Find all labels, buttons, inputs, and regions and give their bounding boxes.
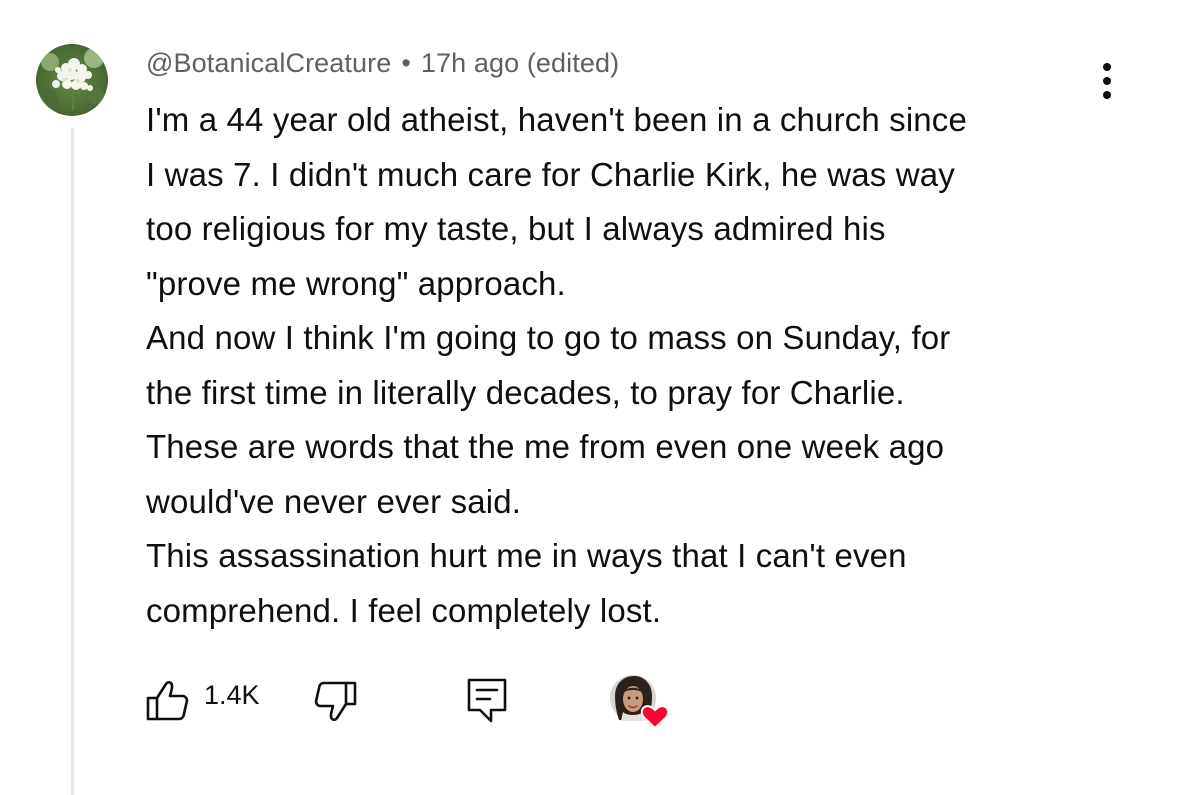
edited-label: (edited)	[526, 48, 620, 78]
comment-line: These are words that the me from even on…	[146, 428, 945, 465]
comment-line: This assassination hurt me in ways that …	[146, 537, 907, 574]
author-avatar[interactable]	[36, 44, 108, 116]
meta-separator: •	[401, 48, 411, 78]
thumbs-up-icon	[146, 681, 189, 721]
comment-line: would've never ever said.	[146, 482, 522, 520]
comment-header: @BotanicalCreature • 17h ago (edited)	[146, 48, 619, 79]
like-count: 1.4K	[204, 680, 260, 710]
comment-line: too religious for my taste, but I always…	[146, 210, 886, 247]
author-handle[interactable]: @BotanicalCreature	[146, 48, 391, 78]
comment-line: "prove me wrong" approach.	[146, 264, 566, 302]
thumbs-down-icon	[314, 681, 357, 721]
comment-line: And now I think I'm going to go to mass …	[146, 319, 951, 356]
comment-line: comprehend. I feel completely lost.	[146, 591, 662, 629]
dislike-button[interactable]	[313, 680, 359, 724]
like-button[interactable]	[144, 678, 190, 722]
comment-timestamp[interactable]: 17h ago	[421, 48, 519, 78]
heart-icon	[640, 705, 670, 730]
comment-text: I'm a 44 year old atheist, haven't been …	[146, 93, 1136, 638]
reply-icon	[467, 678, 507, 723]
comment-card: @BotanicalCreature • 17h ago (edited) I'm …	[0, 0, 1179, 795]
comment-line: I'm a 44 year old atheist, haven't been …	[146, 101, 967, 138]
thread-line	[71, 128, 74, 795]
comment-line: the first time in literally decades, to …	[146, 373, 905, 411]
reply-button[interactable]	[466, 677, 508, 723]
creator-heart-badge	[609, 674, 671, 730]
comment-line: I was 7. I didn't much care for Charlie …	[146, 155, 955, 193]
